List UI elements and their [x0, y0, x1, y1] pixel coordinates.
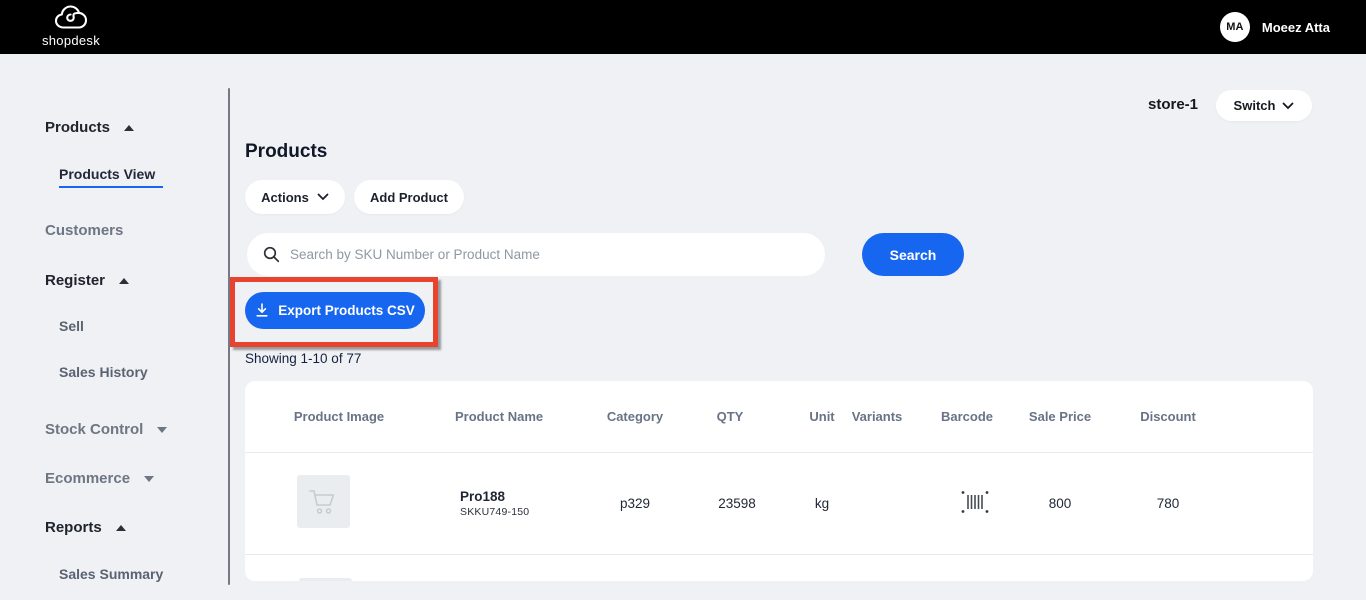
table-divider	[245, 554, 1313, 555]
col-discount: Discount	[1118, 409, 1218, 424]
sidebar-item-label: Register	[45, 272, 105, 289]
brand-logo[interactable]: shopdesk	[36, 4, 106, 48]
table-divider	[245, 452, 1313, 453]
product-image-placeholder	[297, 475, 350, 528]
sidebar-item-products[interactable]: Products	[45, 119, 134, 136]
add-product-button[interactable]: Add Product	[354, 180, 464, 214]
category-cell: p329	[585, 496, 685, 511]
topbar: shopdesk MA Moeez Atta	[0, 0, 1366, 54]
sidebar-item-label: Products View	[59, 166, 155, 182]
sidebar-item-sell[interactable]: Sell	[59, 318, 84, 334]
product-name-cell: Pro188 SKKU749-150	[460, 489, 590, 518]
sidebar-item-customers[interactable]: Customers	[45, 222, 123, 239]
actions-label: Actions	[261, 190, 309, 205]
caret-down-icon	[157, 427, 167, 433]
products-table: Product Image Product Name Category QTY …	[245, 381, 1313, 581]
caret-up-icon	[116, 525, 126, 531]
sidebar-item-label: Stock Control	[45, 421, 143, 438]
export-label: Export Products CSV	[278, 303, 415, 318]
switch-label: Switch	[1234, 98, 1276, 113]
col-sale-price: Sale Price	[1010, 409, 1110, 424]
col-category: Category	[585, 409, 685, 424]
cart-icon	[308, 488, 340, 516]
search-button[interactable]: Search	[862, 233, 964, 276]
sidebar-item-label: Sales Summary	[59, 566, 163, 582]
user-name: Moeez Atta	[1262, 20, 1330, 35]
sidebar-item-label: Customers	[45, 222, 123, 239]
sidebar-item-label: Reports	[45, 519, 102, 536]
col-product-image: Product Image	[284, 409, 394, 424]
active-item-underline	[59, 186, 163, 188]
sale-price-cell: 800	[1010, 496, 1110, 511]
user-menu[interactable]: MA Moeez Atta	[1220, 0, 1330, 54]
col-barcode: Barcode	[917, 409, 1017, 424]
sidebar-item-label: Products	[45, 119, 110, 136]
col-qty: QTY	[680, 409, 780, 424]
sidebar-item-label: Sell	[59, 318, 84, 334]
search-icon	[263, 246, 280, 263]
product-sku: SKKU749-150	[460, 506, 590, 518]
page-title: Products	[245, 141, 327, 163]
sidebar-item-ecommerce[interactable]: Ecommerce	[45, 470, 154, 487]
sidebar-item-register[interactable]: Register	[45, 272, 129, 289]
store-name: store-1	[1148, 96, 1198, 113]
app-root: shopdesk MA Moeez Atta Products Products…	[0, 0, 1366, 600]
results-count: Showing 1-10 of 77	[245, 351, 361, 366]
switch-store-button[interactable]: Switch	[1216, 90, 1312, 121]
col-product-name: Product Name	[455, 409, 575, 424]
col-variants: Variants	[832, 409, 922, 424]
export-products-csv-button[interactable]: Export Products CSV	[245, 292, 425, 329]
sidebar-item-reports[interactable]: Reports	[45, 519, 126, 536]
caret-up-icon	[119, 278, 129, 284]
chevron-down-icon	[1282, 102, 1294, 110]
avatar[interactable]: MA	[1220, 12, 1250, 42]
sidebar-item-products-view[interactable]: Products View	[59, 166, 155, 182]
qty-cell: 23598	[687, 496, 787, 511]
cloud-logo-icon	[54, 17, 88, 34]
add-product-label: Add Product	[370, 190, 448, 205]
sidebar-item-sales-history[interactable]: Sales History	[59, 364, 148, 380]
unit-cell: kg	[787, 496, 857, 511]
brand-name: shopdesk	[36, 33, 106, 48]
sidebar-item-label: Ecommerce	[45, 470, 130, 487]
product-name: Pro188	[460, 489, 590, 504]
caret-up-icon	[124, 125, 134, 131]
search-input[interactable]	[290, 247, 809, 262]
sidebar-item-sales-summary[interactable]: Sales Summary	[59, 566, 163, 582]
search-bar	[247, 233, 825, 276]
discount-cell: 780	[1118, 496, 1218, 511]
actions-button[interactable]: Actions	[245, 180, 345, 214]
sidebar-item-label: Sales History	[59, 364, 148, 380]
sidebar-item-stock-control[interactable]: Stock Control	[45, 421, 167, 438]
download-icon	[255, 303, 269, 318]
barcode-icon	[960, 489, 990, 515]
chevron-down-icon	[317, 193, 329, 201]
product-image-placeholder	[299, 578, 352, 581]
caret-down-icon	[144, 476, 154, 482]
table-header-row: Product Image Product Name Category QTY …	[245, 381, 1313, 452]
